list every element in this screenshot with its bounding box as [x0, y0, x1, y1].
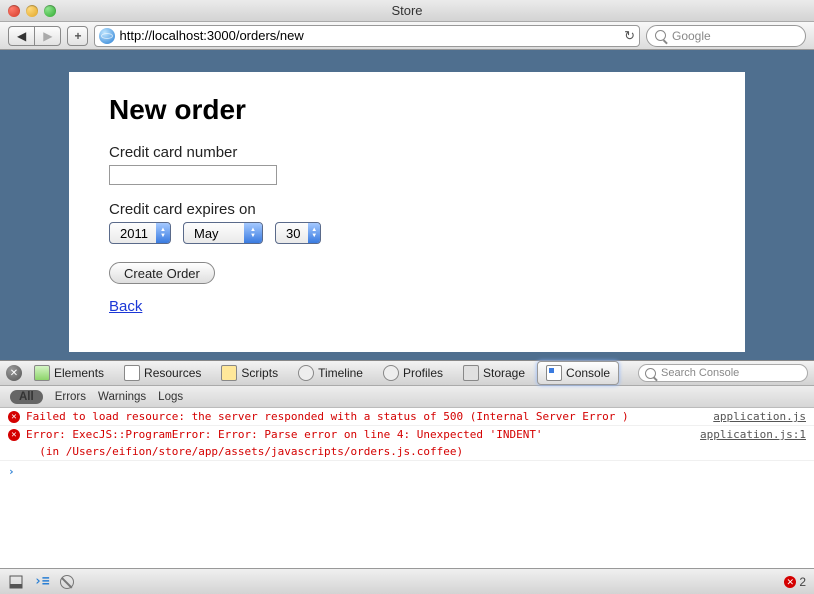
page-content: New order Credit card number Credit card… — [69, 72, 745, 352]
filter-logs[interactable]: Logs — [158, 391, 183, 403]
day-select[interactable]: 30 ▲▼ — [275, 222, 321, 244]
dock-icon[interactable] — [8, 574, 24, 590]
reload-icon[interactable]: ↻ — [624, 28, 635, 44]
console-icon — [546, 365, 562, 381]
devtools-toolbar: ✕ Elements Resources Scripts Timeline Pr… — [0, 360, 814, 386]
scripts-icon — [221, 365, 237, 381]
search-field[interactable]: Google — [646, 25, 806, 47]
filter-errors[interactable]: Errors — [55, 391, 86, 403]
clear-console-icon[interactable] — [60, 575, 74, 589]
filter-all[interactable]: All — [10, 390, 43, 404]
console-error-row: (in /Users/eifion/store/app/assets/javas… — [0, 443, 814, 461]
back-button[interactable]: ◀ — [8, 26, 34, 46]
chevron-updown-icon: ▲▼ — [244, 223, 262, 243]
devtools-search-field[interactable]: Search Console — [638, 364, 808, 382]
devtools-statusbar: ›≡ ✕ 2 — [0, 568, 814, 594]
create-order-button[interactable]: Create Order — [109, 262, 215, 284]
profiles-icon — [383, 365, 399, 381]
tab-resources[interactable]: Resources — [116, 362, 209, 384]
cc-number-label: Credit card number — [109, 144, 705, 161]
timeline-icon — [298, 365, 314, 381]
console-panel: ✕ Failed to load resource: the server re… — [0, 408, 814, 568]
chevron-updown-icon: ▲▼ — [156, 223, 170, 243]
search-placeholder: Google — [672, 29, 711, 43]
submit-label: Create Order — [124, 266, 200, 281]
elements-icon — [34, 365, 50, 381]
year-select[interactable]: 2011 ▲▼ — [109, 222, 171, 244]
console-error-row: ✕ Error: ExecJS::ProgramError: Error: Pa… — [0, 426, 814, 443]
window-title: Store — [0, 3, 814, 18]
log-message: Failed to load resource: the server resp… — [26, 410, 703, 423]
tab-profiles[interactable]: Profiles — [375, 362, 451, 384]
tab-storage[interactable]: Storage — [455, 362, 533, 384]
url-text: http://localhost:3000/orders/new — [119, 28, 620, 43]
forward-button: ▶ — [34, 26, 61, 46]
month-value: May — [184, 226, 244, 241]
day-value: 30 — [276, 226, 308, 241]
year-value: 2011 — [110, 226, 156, 241]
chevron-updown-icon: ▲▼ — [308, 223, 320, 243]
search-icon — [645, 368, 656, 379]
cc-expires-label: Credit card expires on — [109, 201, 705, 218]
tab-elements[interactable]: Elements — [26, 362, 112, 384]
devtools-close-button[interactable]: ✕ — [6, 365, 22, 381]
storage-icon — [463, 365, 479, 381]
log-source-link[interactable]: application.js — [713, 410, 806, 423]
error-icon: ✕ — [784, 576, 796, 588]
browser-viewport: New order Credit card number Credit card… — [0, 50, 814, 360]
console-prompt[interactable]: › — [0, 461, 814, 482]
month-select[interactable]: May ▲▼ — [183, 222, 263, 244]
search-icon — [655, 30, 666, 41]
error-count-badge[interactable]: ✕ 2 — [784, 575, 806, 589]
log-message: Error: ExecJS::ProgramError: Error: Pars… — [26, 428, 690, 441]
tab-timeline[interactable]: Timeline — [290, 362, 371, 384]
window-titlebar: Store — [0, 0, 814, 22]
devtools-search-placeholder: Search Console — [661, 367, 739, 379]
tab-console[interactable]: Console — [537, 361, 619, 385]
filter-warnings[interactable]: Warnings — [98, 391, 146, 403]
error-icon: ✕ — [8, 411, 20, 423]
error-icon: ✕ — [8, 429, 20, 441]
address-bar[interactable]: http://localhost:3000/orders/new ↻ — [94, 25, 640, 47]
page-title: New order — [109, 94, 705, 126]
resources-icon — [124, 365, 140, 381]
cc-number-input[interactable] — [109, 165, 277, 185]
error-count: 2 — [799, 575, 806, 589]
console-error-row: ✕ Failed to load resource: the server re… — [0, 408, 814, 426]
browser-toolbar: ◀ ▶ + http://localhost:3000/orders/new ↻… — [0, 22, 814, 50]
log-source-link[interactable]: application.js:1 — [700, 428, 806, 441]
add-bookmark-button[interactable]: + — [67, 26, 88, 46]
console-filter-bar: All Errors Warnings Logs — [0, 386, 814, 408]
back-link[interactable]: Back — [109, 298, 142, 315]
show-console-icon[interactable]: ›≡ — [34, 574, 50, 589]
site-favicon-icon — [99, 28, 115, 44]
log-message: (in /Users/eifion/store/app/assets/javas… — [26, 445, 806, 458]
tab-scripts[interactable]: Scripts — [213, 362, 286, 384]
